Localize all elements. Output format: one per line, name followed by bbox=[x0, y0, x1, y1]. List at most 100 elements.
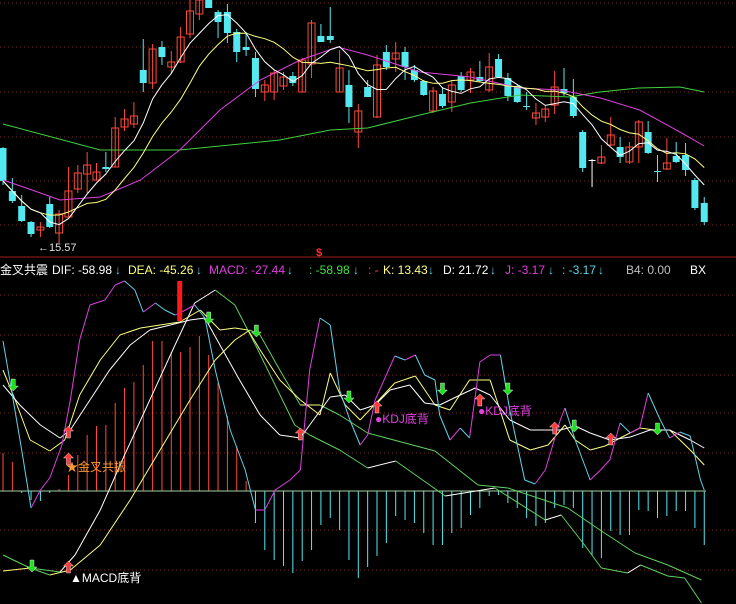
dif-line bbox=[684, 577, 702, 604]
kdj-j-line bbox=[700, 479, 705, 491]
dea-line bbox=[129, 449, 161, 501]
candle-body-down bbox=[251, 58, 259, 89]
kdj-divergence-label: ●KDJ底背 bbox=[375, 411, 429, 426]
kdj-j-line bbox=[509, 409, 526, 481]
kdj-d-line bbox=[394, 375, 416, 384]
dif-line bbox=[367, 460, 396, 469]
kdj-j-line bbox=[600, 459, 611, 471]
dif-line bbox=[601, 567, 628, 574]
kdj-j-line bbox=[40, 477, 51, 491]
kdj-j-line bbox=[274, 479, 291, 491]
kdj-k-line bbox=[409, 384, 426, 404]
bx-label[interactable]: BX bbox=[690, 262, 706, 278]
kdj-j-line bbox=[21, 449, 32, 509]
candle-body-down bbox=[317, 36, 325, 42]
candle-body-down bbox=[682, 155, 690, 170]
candle-body-down bbox=[364, 87, 372, 97]
kdj-j-line bbox=[30, 489, 41, 509]
down-arrow-icon: ↓ bbox=[490, 263, 496, 277]
kdj-d-line bbox=[29, 439, 50, 452]
kdj-k-line bbox=[330, 394, 346, 398]
kdj-j-line bbox=[647, 392, 661, 421]
kdj-j-line bbox=[319, 317, 331, 326]
kdj-j-line bbox=[69, 339, 81, 401]
dif-line bbox=[584, 544, 602, 569]
kdj-j-line bbox=[289, 469, 301, 481]
value-1: : -58.98 bbox=[309, 263, 350, 277]
kdj-d-line bbox=[119, 327, 141, 336]
kdj-j-line bbox=[499, 354, 511, 411]
k-value: K: 13.43 bbox=[383, 263, 428, 277]
kdj-d-line bbox=[300, 399, 321, 416]
kdj-k-line bbox=[40, 424, 61, 439]
kdj-k-line bbox=[189, 317, 206, 321]
indicator-panel[interactable] bbox=[0, 280, 706, 604]
dea-line bbox=[2, 567, 31, 572]
dif-line bbox=[194, 289, 216, 304]
kdj-j-line bbox=[619, 422, 631, 434]
candle-body-down bbox=[438, 94, 446, 106]
candle-body-down bbox=[326, 36, 334, 40]
dea-line bbox=[601, 530, 636, 554]
sell-arrow-icon bbox=[436, 382, 448, 396]
kdj-k-line bbox=[279, 434, 301, 439]
dif-line bbox=[234, 304, 256, 346]
dea-line bbox=[234, 329, 251, 341]
kdj-j-line bbox=[534, 469, 546, 485]
kdj-d-line bbox=[140, 324, 161, 329]
kdj-j-line bbox=[264, 489, 276, 511]
dif-line bbox=[339, 449, 368, 469]
kdj-j-line bbox=[142, 302, 156, 313]
kdj-j-line bbox=[589, 469, 601, 481]
sell-signal-bar bbox=[177, 281, 183, 321]
kdj-k-line bbox=[590, 432, 610, 441]
kdj-j-line bbox=[89, 299, 106, 306]
kdj-k-line bbox=[239, 379, 261, 416]
candle-body-down bbox=[214, 12, 222, 22]
kdj-j-line bbox=[639, 392, 649, 429]
kdj-d-line bbox=[689, 449, 705, 466]
kdj-j-line bbox=[574, 439, 591, 481]
sell-arrow-icon bbox=[652, 422, 663, 436]
candle-body-down bbox=[8, 191, 16, 201]
kdj-j-line bbox=[449, 427, 461, 441]
kdj-j-line bbox=[61, 399, 71, 446]
indicator-name: 金叉共震 bbox=[0, 263, 49, 277]
macd-divergence-label: ▲MACD底背 bbox=[70, 570, 141, 585]
candle-body-down bbox=[588, 160, 596, 161]
kdj-j-line bbox=[155, 302, 166, 311]
down-arrow-icon: ↓ bbox=[598, 263, 604, 277]
down-arrow-icon: ↓ bbox=[287, 263, 293, 277]
d-value: D: 21.72 bbox=[443, 263, 489, 277]
kdj-d-line bbox=[590, 445, 606, 451]
kdj-j-line bbox=[439, 414, 451, 441]
kdj-k-line bbox=[309, 396, 331, 426]
down-arrow-icon: ↓ bbox=[353, 263, 359, 277]
dea-line bbox=[159, 399, 191, 451]
candle-body-down bbox=[523, 106, 531, 107]
kdj-k-line bbox=[424, 402, 440, 406]
kdj-d-line bbox=[669, 429, 691, 451]
kdj-d-line bbox=[414, 375, 436, 406]
stock-chart[interactable]: ←15.57 $ ★金叉共振 ●KDJ底背 ●KDJ底背 ▲MACD底背 bbox=[0, 0, 736, 604]
down-arrow-icon: ↓ bbox=[428, 263, 434, 277]
candle-body-down bbox=[654, 171, 661, 172]
kdj-j-line bbox=[214, 369, 231, 431]
dea-line bbox=[634, 552, 668, 566]
kdj-j-line bbox=[194, 304, 206, 319]
indicator-header: 金叉共震 DIF: -58.98 ↓ DEA: -45.26 ↓ MACD: -… bbox=[0, 262, 736, 278]
b4-value: B4: 0.00 bbox=[626, 263, 671, 277]
price-panel[interactable] bbox=[0, 0, 708, 243]
dif-line bbox=[494, 487, 546, 521]
candle-body-down bbox=[382, 52, 390, 67]
kdj-k-line bbox=[129, 329, 151, 346]
kdj-k-line bbox=[109, 344, 131, 371]
kdj-k-line bbox=[219, 344, 240, 381]
j-value: J: -3.17 bbox=[505, 263, 546, 277]
kdj-j-line bbox=[309, 317, 321, 371]
dif-line bbox=[214, 289, 236, 306]
candle-body-down bbox=[420, 81, 428, 95]
macd-value: MACD: -27.44 bbox=[209, 263, 286, 277]
dea-line bbox=[99, 499, 131, 546]
candle-body-down bbox=[158, 47, 166, 57]
